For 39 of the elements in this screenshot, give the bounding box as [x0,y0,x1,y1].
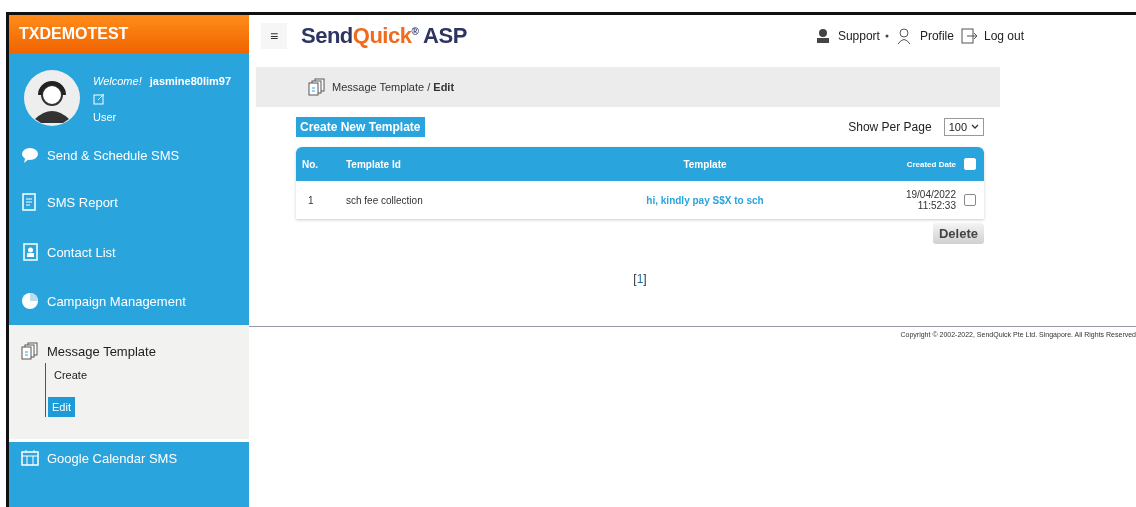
table-cell-text: 1 [307,194,315,206]
logo: SendQuick$^{®}$ ASP [301,23,467,49]
avatar-icon [23,69,81,127]
header-link[interactable]: Log out [983,29,1024,43]
table-cell: 19/04/2022 11:52:33 [905,189,956,211]
account-name: TXDEMOTEST [9,15,249,53]
stacked-documents-icon [21,342,39,360]
chat-bubble-icon [21,146,39,164]
pie-chart-icon [21,292,39,310]
column-header: Template Id [346,158,402,170]
breadcrumb: Message Template / Edit [332,81,455,93]
bracket: [ [633,272,637,286]
chevron-down-icon [971,124,979,130]
per-page-label: Show Per Page [848,120,932,134]
role-label: User [93,111,118,123]
row-checkbox[interactable] [964,194,976,206]
select-all-checkbox[interactable] [964,158,976,170]
column-header: Template [682,158,728,170]
nav-item[interactable]: Message Template [21,339,249,363]
delete-button[interactable]: Delete [932,223,984,244]
column-header: Created Date [906,159,956,169]
column-header: No. [301,158,320,170]
contact-book-icon [21,243,39,261]
nav-subitem[interactable]: Create [54,369,88,381]
username: jasmine80lim97 [149,75,232,87]
welcome-text: Welcome! [93,75,142,87]
per-page-select[interactable]: 100 [943,118,984,136]
logout-icon [959,27,978,45]
menu-button[interactable]: ≡ [261,23,287,49]
template-link[interactable]: hi, kindly pay S$X to sch [546,194,864,206]
document-icon [21,193,39,211]
header-link[interactable]: Support [837,29,890,43]
nav-subitem[interactable]: Edit [48,397,75,417]
table-cell-text: sch fee collection [346,194,424,206]
bracket: ] [643,272,647,286]
edit-icon[interactable] [93,93,105,105]
header-link[interactable]: Profile [919,29,954,43]
calendar-icon [21,449,39,467]
stacked-documents-icon [308,78,326,96]
